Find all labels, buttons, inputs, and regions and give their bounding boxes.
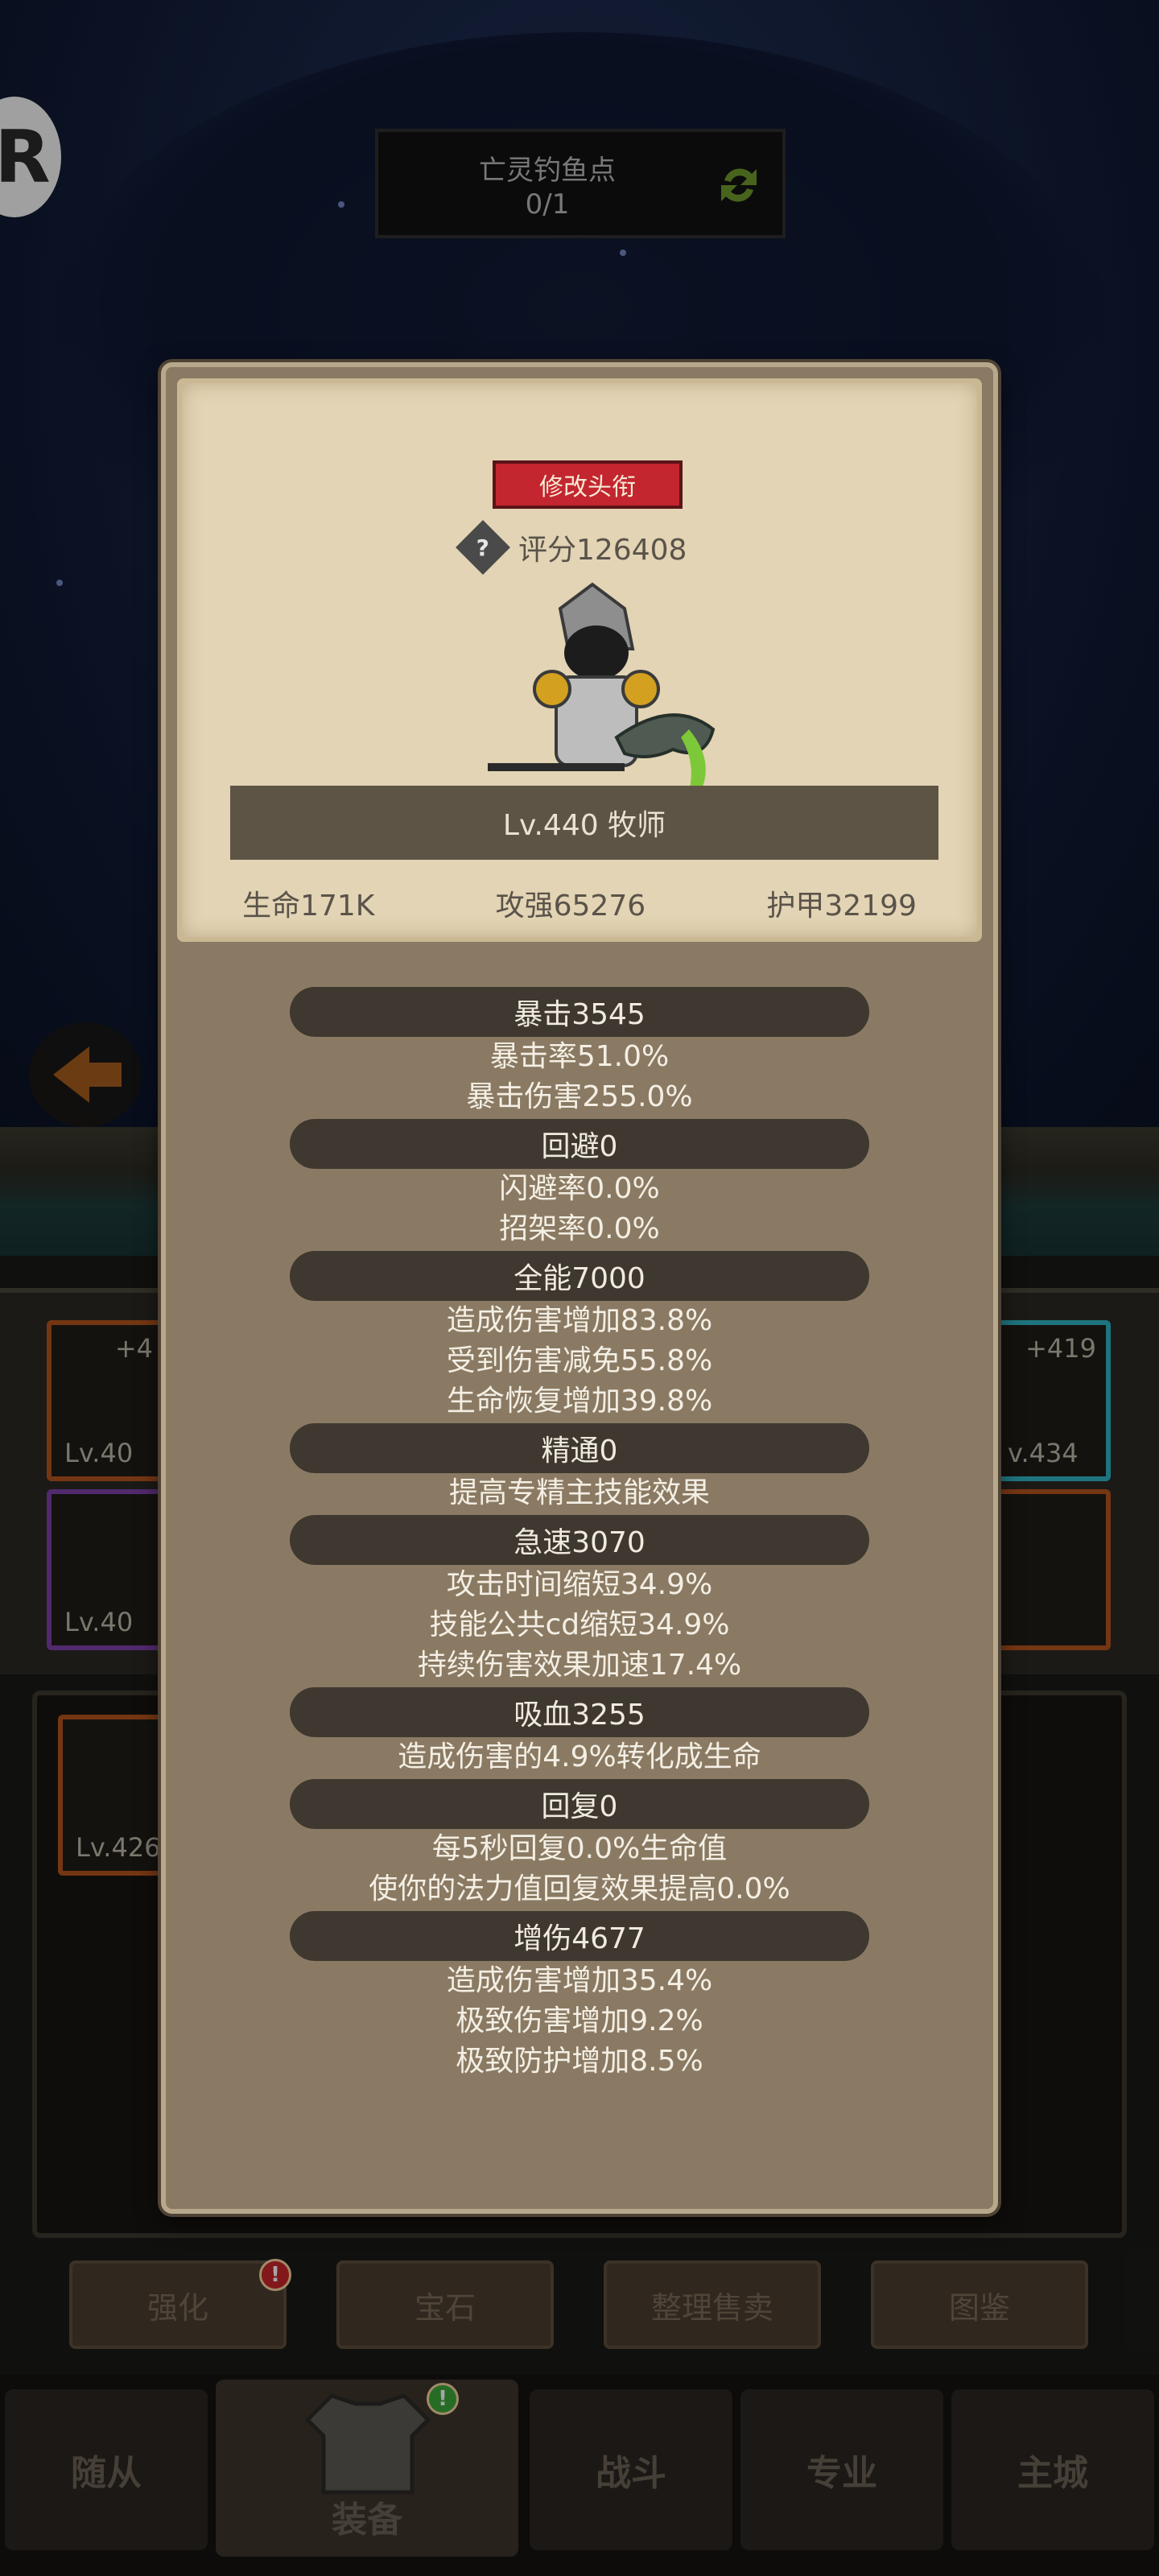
attribute-detail: 提高专精主技能效果	[448, 1476, 710, 1509]
attribute-list: 暴击3545 暴击率51.0% 暴击伤害255.0% 回避0 闪避率0.0% 招架率0.0…	[166, 987, 993, 2083]
attack-stat: 攻强65276	[495, 890, 646, 923]
attribute-detail: 造成伤害增加35.4%	[446, 1964, 713, 1997]
attribute-detail: 受到伤害减免55.8%	[446, 1344, 713, 1377]
attribute-header: 回避0	[290, 1119, 869, 1169]
attribute-group: 精通0 提高专精主技能效果	[166, 1423, 993, 1513]
attribute-detail: 闪避率0.0%	[499, 1172, 660, 1205]
attribute-detail: 每5秒回复0.0%生命值	[431, 1832, 728, 1865]
score-value: 评分126408	[518, 534, 687, 567]
attribute-group: 吸血3255 造成伤害的4.9%转化成生命	[166, 1687, 993, 1777]
attribute-detail: 使你的法力值回复效果提高0.0%	[369, 1872, 790, 1905]
attribute-detail: 攻击时间缩短34.9%	[446, 1568, 713, 1601]
attribute-header: 吸血3255	[290, 1687, 869, 1737]
attribute-header: 精通0	[290, 1423, 869, 1473]
attribute-detail: 造成伤害增加83.8%	[446, 1304, 713, 1337]
character-portrait-card: 修改头衔 ? 评分126408 Lv.440 牧师 生命171K 攻强65276…	[177, 378, 982, 942]
attribute-detail: 持续伤害效果加速17.4%	[417, 1649, 742, 1682]
attribute-detail: 生命恢复增加39.8%	[446, 1385, 713, 1418]
attribute-group: 全能7000 造成伤害增加83.8% 受到伤害减免55.8% 生命恢复增加39.8%	[166, 1251, 993, 1422]
attribute-detail: 造成伤害的4.9%转化成生命	[398, 1740, 761, 1773]
attribute-group: 回复0 每5秒回复0.0%生命值使你的法力值回复效果提高0.0%	[166, 1779, 993, 1909]
attribute-group: 增伤4677 造成伤害增加35.4% 极致伤害增加9.2% 极致防护增加8.5%	[166, 1911, 993, 2082]
attribute-header: 增伤4677	[290, 1911, 869, 1961]
attribute-group: 急速3070 攻击时间缩短34.9% 技能公共cd缩短34.9% 持续伤害效果加速17…	[166, 1515, 993, 1686]
score-row: ? 评分126408	[456, 520, 687, 575]
attribute-detail: 暴击率51.0%	[489, 1040, 670, 1073]
hp-stat: 生命171K	[242, 890, 375, 923]
attribute-header: 急速3070	[290, 1515, 869, 1565]
attribute-group: 暴击3545 暴击率51.0% 暴击伤害255.0%	[166, 987, 993, 1117]
character-attributes-popup: 修改头衔 ? 评分126408 Lv.440 牧师 生命171K 攻强65276…	[161, 362, 998, 2214]
attribute-group: 回避0 闪避率0.0% 招架率0.0%	[166, 1119, 993, 1249]
change-title-button[interactable]: 修改头衔	[493, 460, 683, 509]
core-stats-row: 生命171K 攻强65276 护甲32199	[182, 882, 977, 924]
attribute-header: 暴击3545	[290, 987, 869, 1037]
attribute-detail: 极致伤害增加9.2%	[456, 2004, 703, 2037]
attribute-detail: 暴击伤害255.0%	[466, 1080, 693, 1113]
attribute-detail: 技能公共cd缩短34.9%	[429, 1608, 730, 1641]
level-class-banner: Lv.440 牧师	[230, 786, 938, 860]
attribute-header: 回复0	[290, 1779, 869, 1829]
attribute-detail: 极致防护增加8.5%	[456, 2045, 703, 2078]
attribute-detail: 招架率0.0%	[499, 1212, 660, 1245]
attribute-header: 全能7000	[290, 1251, 869, 1301]
help-icon[interactable]: ?	[456, 520, 510, 575]
armor-stat: 护甲32199	[766, 890, 917, 923]
